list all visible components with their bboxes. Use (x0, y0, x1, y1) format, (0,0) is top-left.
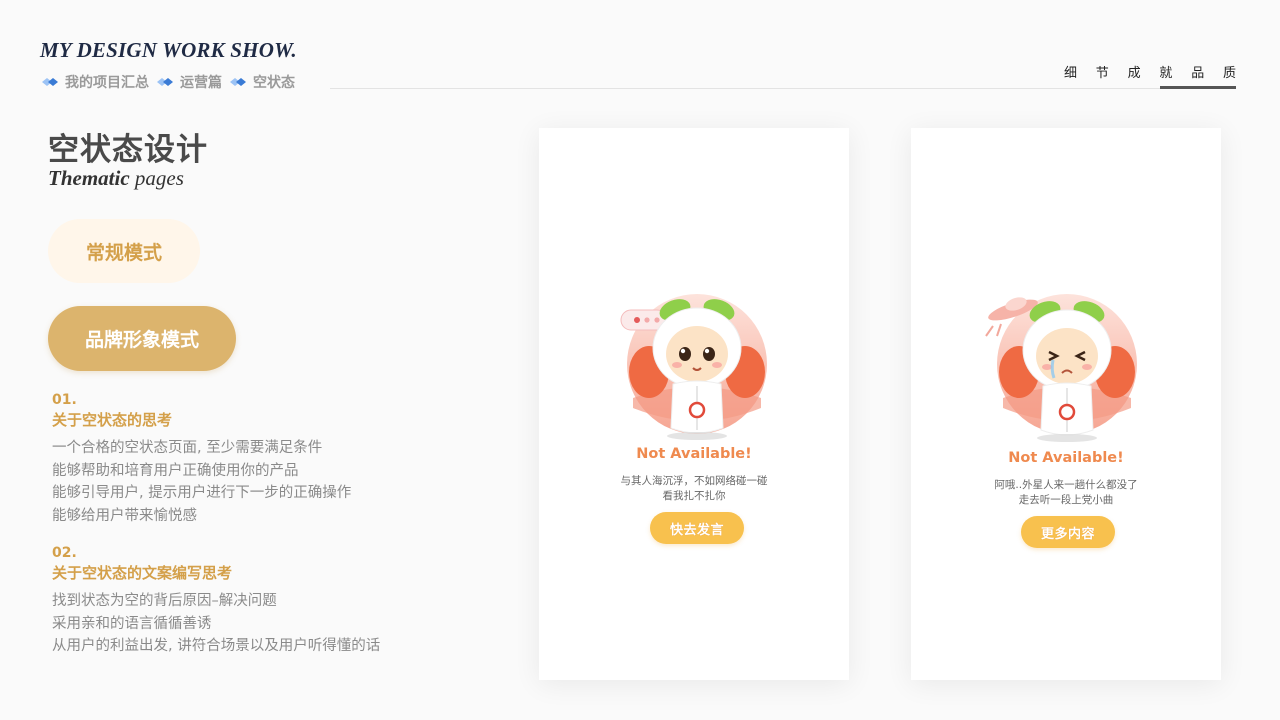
brand-title: MY DESIGN WORK SHOW. (40, 38, 297, 62)
not-available-title: Not Available! (1008, 450, 1124, 466)
header-divider (330, 88, 1236, 89)
section-line: 采用亲和的语言循循善诱 (52, 615, 212, 632)
more-content-button[interactable]: 更多内容 (1021, 516, 1115, 548)
tagline: 细 节 成 就 品 质 (1064, 62, 1236, 81)
tagline-char: 节 (1095, 66, 1109, 81)
section-line: 能够帮助和培育用户正确使用你的产品 (52, 462, 299, 479)
subtitle-bold: Thematic (48, 166, 130, 190)
section-line: 从用户的利益出发, 讲符合场景以及用户听得懂的话 (52, 638, 381, 654)
tagline-char: 细 (1064, 66, 1078, 81)
section-line: 能够引导用户, 提示用户进行下一步的正确操作 (52, 485, 352, 501)
empty-message-line: 看我扎不扎你 (662, 489, 726, 502)
double-arrow-icon (157, 78, 173, 86)
section-copywriting: 02. 关于空状态的文案编写思考 找到状态为空的背后原因–解决问题 采用亲和的语… (52, 544, 380, 658)
tagline-char: 品 (1191, 66, 1205, 81)
empty-message-line: 与其人海沉浮，不如网络碰一碰 (620, 475, 768, 487)
normal-mode-button[interactable]: 常规模式 (48, 219, 200, 283)
tagline-underline (1160, 86, 1236, 89)
mascot-sad-icon (985, 294, 1137, 442)
section-number: 01. (52, 392, 77, 408)
go-post-button[interactable]: 快去发言 (650, 512, 744, 544)
subtitle-rest: pages (129, 166, 184, 190)
breadcrumb-label: 我的项目汇总 (65, 75, 149, 91)
brand-mode-button[interactable]: 品牌形象模式 (48, 306, 236, 371)
breadcrumb-item-operations[interactable]: 运营篇 (157, 72, 222, 92)
not-available-title: Not Available! (636, 446, 752, 462)
section-line: 一个合格的空状态页面, 至少需要满足条件 (52, 440, 323, 456)
section-line: 找到状态为空的背后原因–解决问题 (52, 593, 277, 609)
double-arrow-icon (42, 78, 58, 86)
empty-message-line: 阿哦..外星人来一趟什么都没了 (994, 479, 1138, 491)
page-subtitle: Thematic pages (48, 166, 184, 191)
empty-message: 阿哦..外星人来一趟什么都没了 走去听一段上党小曲 (911, 478, 1221, 507)
tagline-char: 就 (1159, 66, 1173, 81)
empty-message: 与其人海沉浮，不如网络碰一碰 看我扎不扎你 (539, 474, 849, 503)
breadcrumb-item-projects[interactable]: 我的项目汇总 (42, 72, 149, 92)
breadcrumb: 我的项目汇总 运营篇 空状态 (42, 72, 303, 92)
page-title: 空状态设计 (48, 132, 208, 168)
section-heading: 关于空状态的思考 (52, 411, 173, 429)
section-heading: 关于空状态的文案编写思考 (52, 564, 233, 582)
section-thinking: 01. 关于空状态的思考 一个合格的空状态页面, 至少需要满足条件 能够帮助和培… (52, 391, 351, 527)
mascot-happy-icon (620, 294, 767, 440)
breadcrumb-item-empty-state[interactable]: 空状态 (230, 72, 295, 92)
breadcrumb-label: 空状态 (253, 75, 295, 91)
section-number: 02. (52, 545, 77, 561)
tagline-char: 成 (1127, 66, 1141, 81)
empty-message-line: 走去听一段上党小曲 (1018, 493, 1114, 506)
section-line: 能够给用户带来愉悦感 (52, 507, 197, 524)
double-arrow-icon (230, 78, 246, 86)
phone-mockup-2: Not Available! 阿哦..外星人来一趟什么都没了 走去听一段上党小曲… (911, 128, 1221, 680)
breadcrumb-label: 运营篇 (180, 75, 222, 91)
phone-mockup-1: Not Available! 与其人海沉浮，不如网络碰一碰 看我扎不扎你 快去发… (539, 128, 849, 680)
tagline-char: 质 (1222, 66, 1236, 81)
